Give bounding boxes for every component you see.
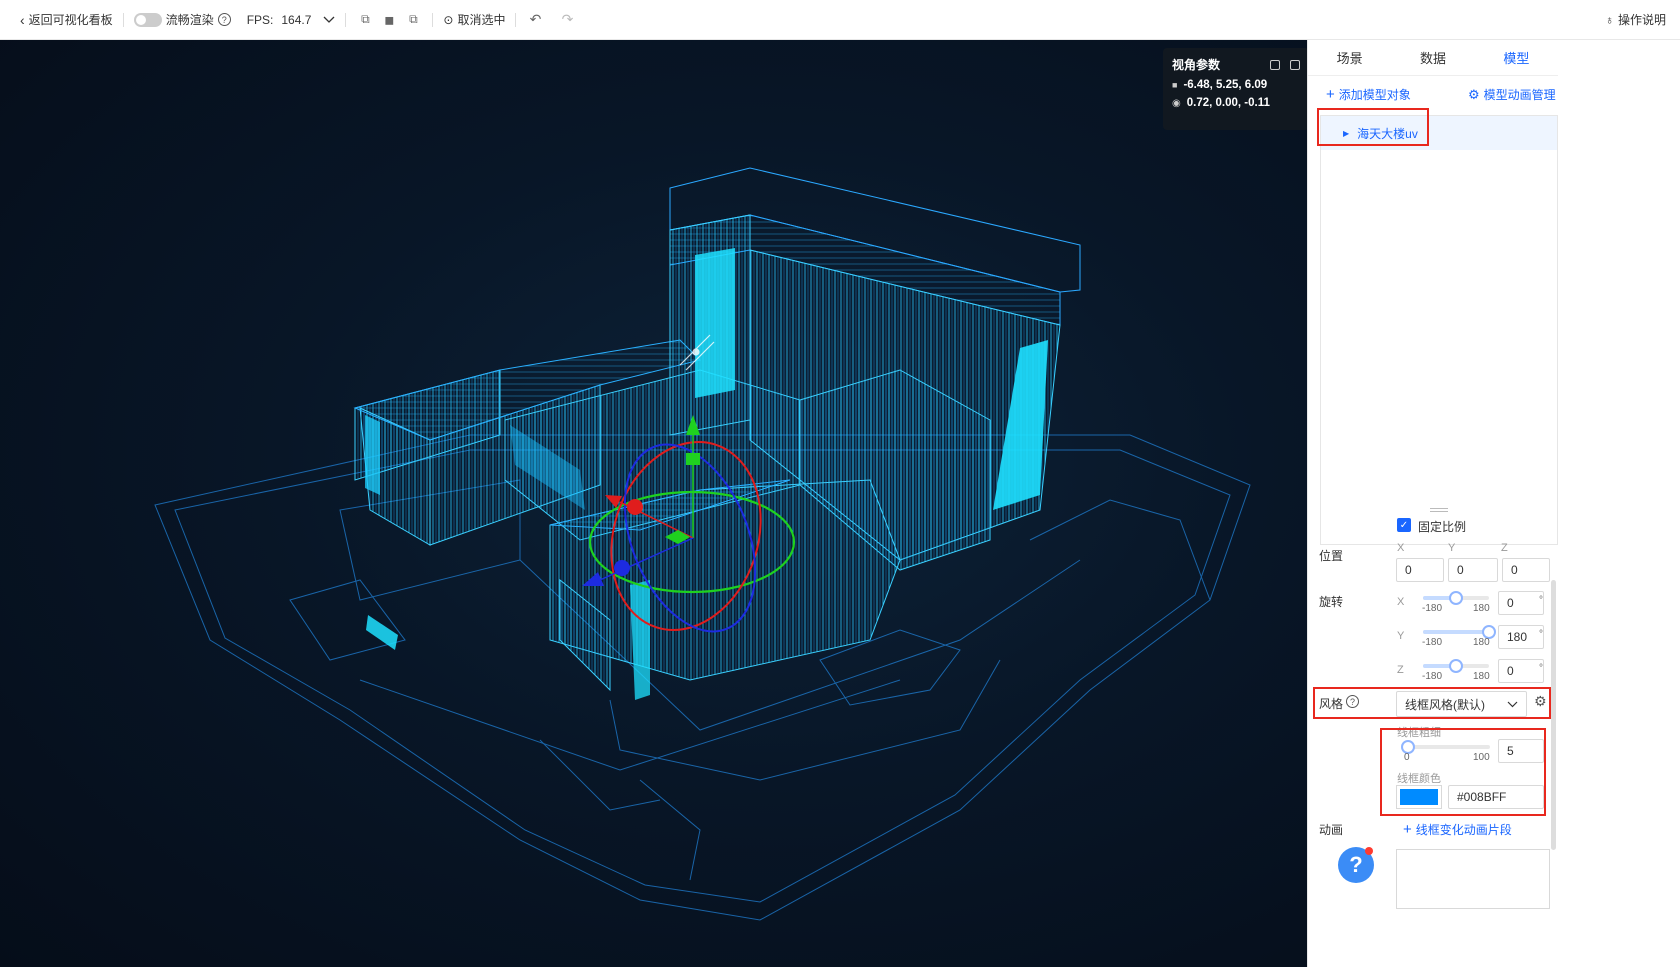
panel-tabs: 场景 数据 模型 — [1308, 40, 1558, 76]
resize-handle-icon[interactable] — [1430, 508, 1448, 512]
model-tree: ▶ 海天大楼uv — [1320, 115, 1558, 545]
highlight-box-style — [1313, 687, 1551, 719]
target-icon: ◉ — [1172, 97, 1181, 109]
gear-icon: ⚙ — [1468, 86, 1480, 102]
fps-readout: FPS: 164.7 — [247, 13, 336, 27]
highlight-box-wire — [1380, 728, 1546, 816]
fps-value: 164.7 — [281, 12, 312, 27]
undo-icon[interactable]: ↶ — [526, 11, 544, 29]
model-anim-manage-button[interactable]: ⚙ 模型动画管理 — [1468, 86, 1556, 103]
rotation-z-slider[interactable] — [1423, 659, 1489, 673]
animation-list — [1396, 849, 1550, 909]
divider — [345, 12, 347, 27]
back-label: 返回可视化看板 — [28, 13, 113, 27]
tab-model[interactable]: 模型 — [1475, 40, 1558, 75]
rotation-z-unit: ° — [1539, 663, 1543, 674]
position-x-input[interactable]: 0 — [1396, 558, 1444, 582]
smooth-render-switch[interactable] — [133, 12, 162, 27]
rotation-x-unit: ° — [1539, 595, 1543, 606]
lock-ratio-checkbox[interactable]: ✓ — [1397, 518, 1411, 532]
rotation-x-min: -180 — [1422, 603, 1443, 614]
deselect-label: 取消选中 — [457, 13, 506, 27]
back-button[interactable]: ‹ 返回可视化看板 — [20, 11, 113, 28]
rotation-x-max: 180 — [1473, 603, 1490, 614]
paste-icon[interactable] — [1290, 59, 1300, 70]
anim-manage-label: 模型动画管理 — [1483, 88, 1556, 102]
rotation-x-input[interactable]: 0 — [1498, 591, 1544, 615]
help-float-button[interactable]: ? — [1338, 847, 1374, 883]
rotation-y-input[interactable]: 180 — [1498, 625, 1544, 649]
smooth-render-label: 流畅渲染 — [165, 13, 214, 27]
chevron-left-icon: ‹ — [20, 11, 25, 28]
cube-outline-icon[interactable]: ⧉ — [404, 11, 422, 29]
rotation-z-thumb[interactable] — [1449, 659, 1463, 673]
rotation-z-axis: Z — [1397, 664, 1404, 676]
smooth-render-toggle[interactable]: 流畅渲染 ? — [133, 11, 231, 28]
position-label: 位置 — [1319, 549, 1344, 563]
add-wire-anim-label: 线框变化动画片段 — [1415, 823, 1512, 837]
tab-data-label: 数据 — [1419, 51, 1446, 66]
deselect-button[interactable]: ⊙ 取消选中 — [443, 11, 505, 28]
target-icon: ⊙ — [443, 12, 454, 27]
chevron-down-icon[interactable] — [323, 13, 335, 27]
redo-icon[interactable]: ↷ — [558, 11, 576, 29]
plus-icon: + — [1326, 86, 1335, 103]
rotation-label: 旋转 — [1319, 595, 1344, 609]
3d-viewport[interactable]: 视角参数 ■ -6.48, 5.25, 6.09 ◉ 0.72, 0.00, -… — [0, 40, 1400, 967]
lightbulb-icon: ♁ — [1604, 12, 1614, 27]
axis-y-label: Y — [1448, 542, 1456, 554]
rotation-y-unit: ° — [1539, 629, 1543, 640]
rotation-z-min: -180 — [1422, 671, 1443, 682]
rotation-y-max: 180 — [1473, 637, 1490, 648]
axis-x-label: X — [1397, 542, 1405, 554]
divider — [122, 12, 124, 27]
rotation-x-thumb[interactable] — [1449, 591, 1463, 605]
tab-model-label: 模型 — [1503, 51, 1530, 66]
rotation-y-min: -180 — [1422, 637, 1443, 648]
position-z-input[interactable]: 0 — [1502, 558, 1550, 582]
fps-label: FPS: — [246, 12, 274, 27]
position-y-input[interactable]: 0 — [1448, 558, 1498, 582]
properties-panel: 场景 数据 模型 + 添加模型对象 ⚙ 模型动画管理 ▶ 海天大楼uv ✓ 固定… — [1307, 40, 1680, 967]
cube-solid-icon[interactable]: ◼ — [380, 11, 398, 29]
rotation-y-slider[interactable] — [1423, 625, 1496, 639]
axis-z-label: Z — [1501, 542, 1508, 554]
lock-ratio-label: 固定比例 — [1418, 520, 1467, 534]
camera-target-value: 0.72, 0.00, -0.11 — [1186, 97, 1270, 109]
add-model-label: 添加模型对象 — [1338, 88, 1411, 102]
plus-icon: + — [1403, 821, 1412, 838]
tab-scene[interactable]: 场景 — [1308, 40, 1391, 75]
camera-params-panel: 视角参数 ■ -6.48, 5.25, 6.09 ◉ 0.72, 0.00, -… — [1163, 48, 1309, 130]
rotation-z-max: 180 — [1473, 671, 1490, 682]
help-link[interactable]: ♁ 操作说明 — [1605, 11, 1666, 28]
copy-icon[interactable] — [1270, 59, 1280, 70]
add-model-button[interactable]: + 添加模型对象 — [1326, 86, 1411, 103]
divider — [432, 12, 434, 27]
building-wireframe — [154, 167, 1251, 921]
rotation-z-input[interactable]: 0 — [1498, 659, 1544, 683]
animation-label: 动画 — [1319, 823, 1344, 837]
rotation-y-fill — [1423, 630, 1489, 634]
camera-position-value: -6.48, 5.25, 6.09 — [1183, 79, 1268, 91]
tab-data[interactable]: 数据 — [1391, 40, 1474, 75]
cube-wire-icon[interactable]: ⧉ — [356, 11, 374, 29]
camera-params-title: 视角参数 — [1172, 58, 1221, 72]
top-toolbar: ‹ 返回可视化看板 流畅渲染 ? FPS: 164.7 ⧉ ◼ ⧉ ⊙ 取消选中… — [0, 0, 1680, 40]
rotation-x-slider[interactable] — [1423, 591, 1489, 605]
rotation-x-axis: X — [1397, 596, 1405, 608]
rotation-y-axis: Y — [1397, 630, 1405, 642]
tab-scene-label: 场景 — [1336, 51, 1363, 66]
highlight-box-tree-item — [1317, 108, 1429, 146]
add-wire-anim-button[interactable]: + 线框变化动画片段 — [1403, 821, 1512, 838]
help-label: 操作说明 — [1617, 13, 1666, 27]
help-circle-icon[interactable]: ? — [217, 13, 231, 26]
divider — [515, 12, 517, 27]
panel-scrollbar[interactable] — [1551, 580, 1556, 850]
camera-icon: ■ — [1172, 80, 1178, 90]
